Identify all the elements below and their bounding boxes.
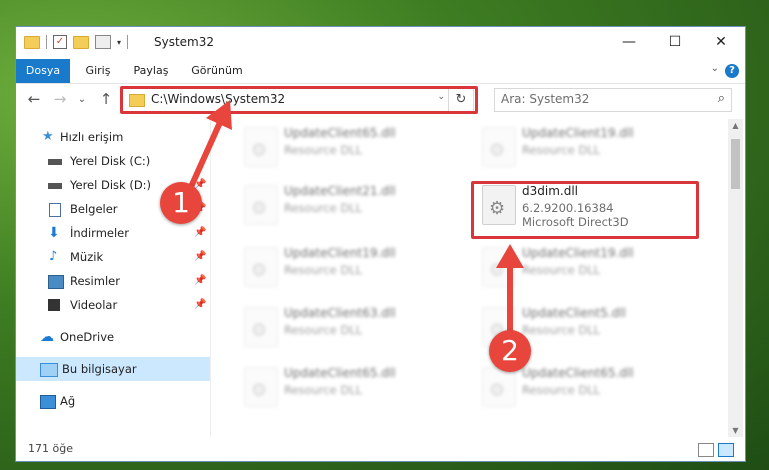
step-2-badge: 2: [489, 330, 531, 372]
step-1-badge: 1: [160, 182, 202, 224]
arrow-2: [496, 244, 524, 343]
arrow-1: [183, 100, 232, 201]
annotation-arrows: [183, 100, 524, 343]
